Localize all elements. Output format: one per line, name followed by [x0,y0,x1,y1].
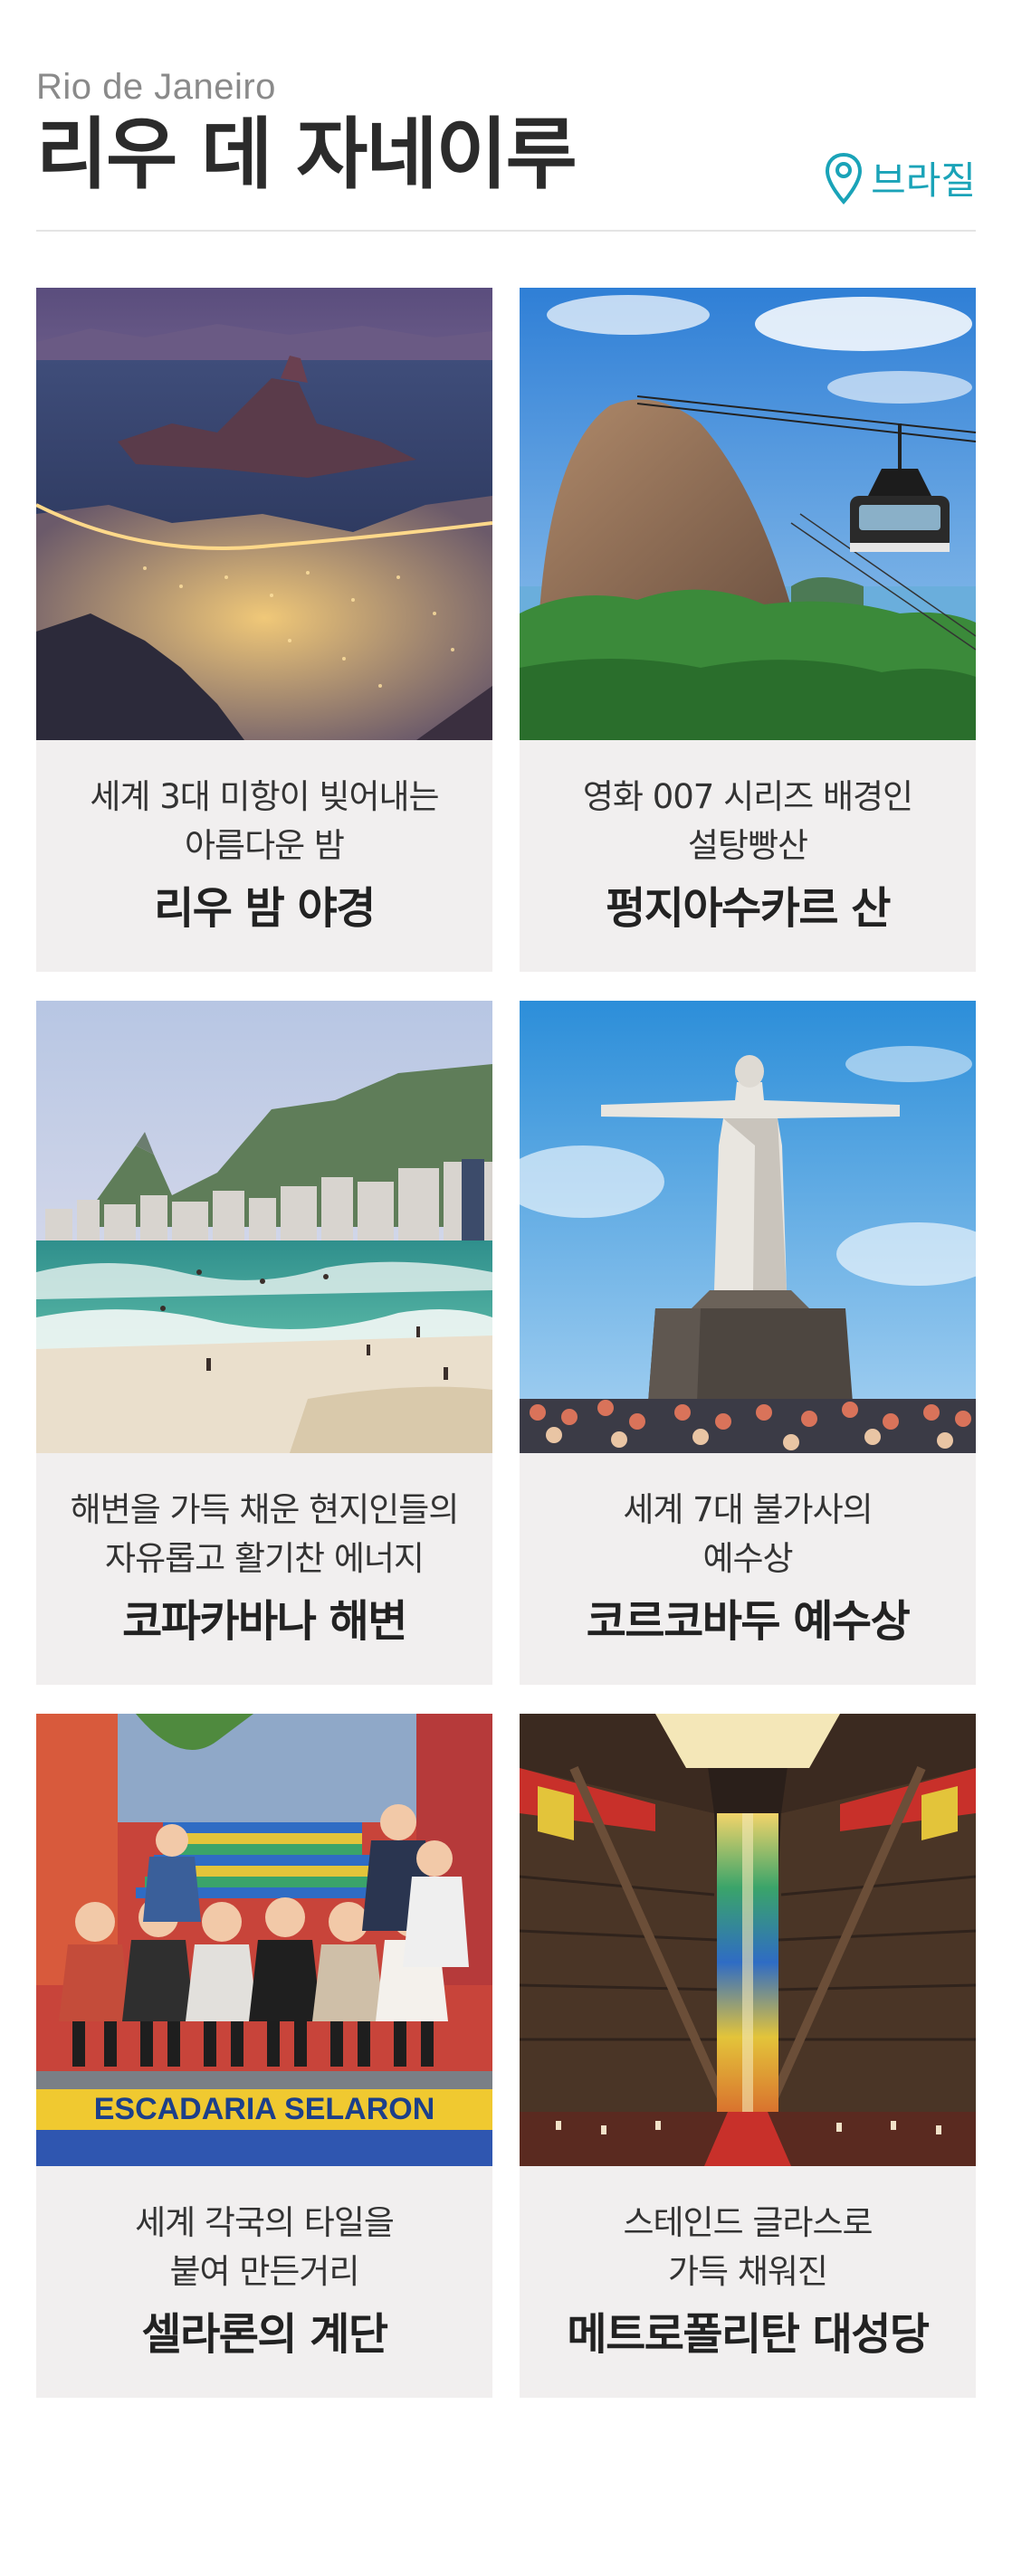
card-copacabana-beach[interactable]: 해변을 가득 채운 현지인들의 자유롭고 활기찬 에너지 코파카바나 해변 [36,1001,492,1685]
card-desc-line2: 설탕빵산 [687,826,808,865]
card-title: 셀라론의 계단 [141,2309,388,2360]
card-desc-line2: 가득 채워진 [668,2252,828,2291]
map-pin-icon [826,152,863,204]
card-caption: 스테인드 글라스로 가득 채워진 메트로폴리탄 대성당 [520,2166,976,2398]
card-selaron-steps[interactable]: ESCADARIA SELARON 세계 각국의 타일을 붙여 만든거리 셀라론… [36,1714,492,2398]
card-title: 메트로폴리탄 대성당 [567,2309,930,2360]
card-caption: 세계 각국의 타일을 붙여 만든거리 셀라론의 계단 [36,2166,492,2398]
card-caption: 영화 007 시리즈 배경인 설탕빵산 펑지아수카르 산 [520,740,976,972]
photo-sign-text: ESCADARIA SELARON [94,2092,435,2126]
card-rio-night-view[interactable]: 세계 3대 미항이 빚어내는 아름다운 밤 리우 밤 야경 [36,288,492,972]
location-label: 브라질 [871,158,976,203]
location-tag: 브라질 [824,150,976,205]
page-header: Rio de Janeiro 리우 데 자네이루 브라질 [36,0,976,232]
card-desc-line1: 세계 3대 미항이 빚어내는 [90,777,439,816]
card-desc-line1: 해변을 가득 채운 현지인들의 [70,1490,460,1529]
page-subtitle: Rio de Janeiro [36,67,276,107]
card-desc-line1: 세계 7대 불가사의 [623,1490,873,1529]
card-desc-line2: 자유롭고 활기찬 에너지 [105,1539,425,1578]
card-sugarloaf-mountain[interactable]: 영화 007 시리즈 배경인 설탕빵산 펑지아수카르 산 [520,288,976,972]
card-title: 코파카바나 해변 [122,1596,407,1647]
copacabana-photo [36,1001,492,1453]
card-christ-the-redeemer[interactable]: 세계 7대 불가사의 예수상 코르코바두 예수상 [520,1001,976,1685]
card-desc-line1: 스테인드 글라스로 [623,2203,873,2242]
card-caption: 세계 3대 미항이 빚어내는 아름다운 밤 리우 밤 야경 [36,740,492,972]
card-metropolitan-cathedral[interactable]: 스테인드 글라스로 가득 채워진 메트로폴리탄 대성당 [520,1714,976,2398]
card-desc-line1: 세계 각국의 타일을 [135,2203,395,2242]
selaron-steps-photo: ESCADARIA SELARON [36,1714,492,2166]
card-desc-line2: 예수상 [702,1539,793,1578]
card-caption: 세계 7대 불가사의 예수상 코르코바두 예수상 [520,1453,976,1685]
sugarloaf-photo [520,288,976,740]
card-caption: 해변을 가득 채운 현지인들의 자유롭고 활기찬 에너지 코파카바나 해변 [36,1453,492,1685]
card-desc-line2: 붙여 만든거리 [169,2252,359,2291]
card-title: 리우 밤 야경 [154,883,376,934]
card-title: 펑지아수카르 산 [606,883,891,934]
card-desc-line2: 아름다운 밤 [185,826,345,865]
cathedral-photo [520,1714,976,2166]
page-title: 리우 데 자네이루 [36,109,578,200]
rio-night-photo [36,288,492,740]
card-title: 코르코바두 예수상 [586,1596,911,1647]
christ-redeemer-photo [520,1001,976,1453]
card-desc-line1: 영화 007 시리즈 배경인 [582,777,913,816]
